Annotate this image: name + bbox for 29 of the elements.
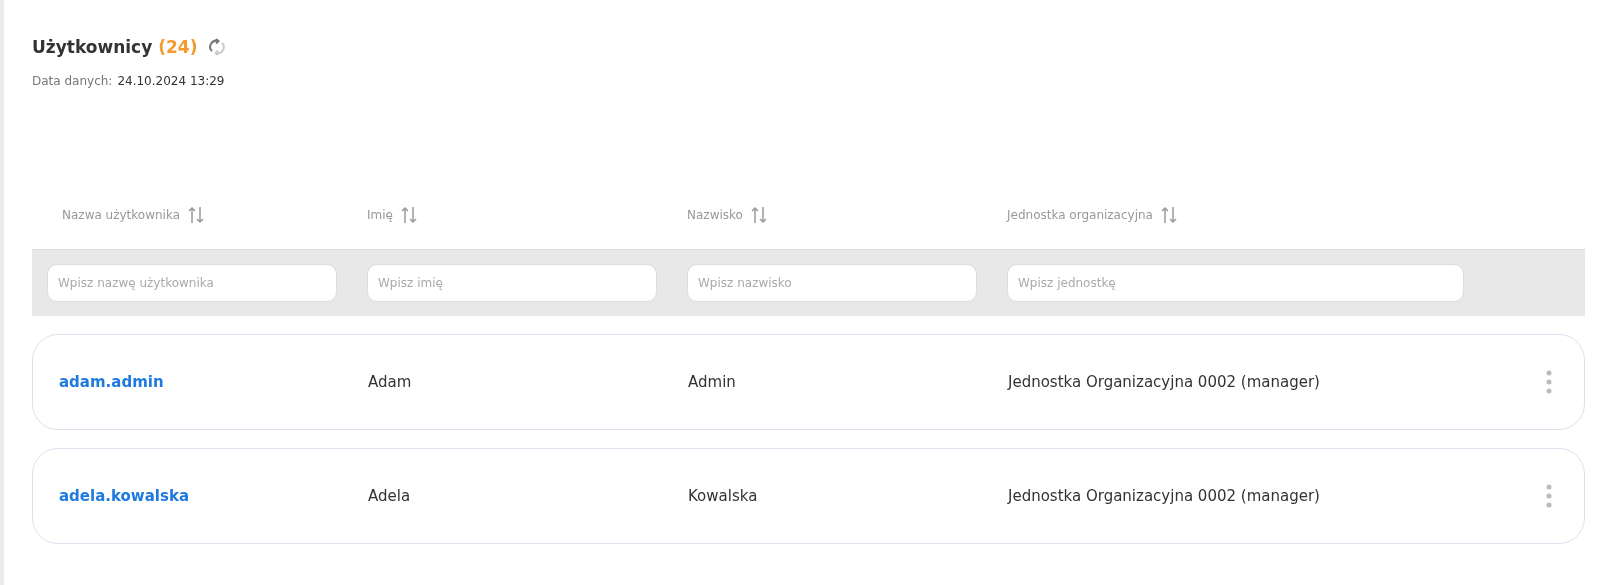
- user-row[interactable]: adela.kowalska Adela Kowalska Jednostka Organizacyjna 0002 (manager): [32, 448, 1585, 544]
- filter-field[interactable]: Wpisz jednostkę: [1007, 264, 1464, 302]
- filter-field[interactable]: Wpisz imię: [367, 264, 657, 302]
- unit-cell-text: Jednostka Organizacyjna 0002 (manager): [1008, 373, 1321, 391]
- last-name-cell-text: Admin: [688, 373, 737, 391]
- page-title: Użytkownicy: [32, 37, 153, 57]
- last-name-cell-text: Kowalska: [688, 487, 759, 505]
- column-header[interactable]: Jednostka organizacyjna: [1007, 208, 1153, 222]
- user-count: (24): [158, 37, 198, 57]
- refresh-icon[interactable]: [207, 37, 228, 57]
- username-link[interactable]: adam.admin: [48, 373, 368, 391]
- column-header[interactable]: Nazwisko: [687, 208, 743, 222]
- sort-icon[interactable]: [400, 206, 417, 224]
- column-header[interactable]: Nazwa użytkownika: [62, 208, 181, 222]
- sort-icon[interactable]: [188, 206, 205, 224]
- first-name-cell-text: Adam: [368, 373, 413, 391]
- filter-field[interactable]: Wpisz nazwę użytkownika: [47, 264, 337, 302]
- more-icon[interactable]: [1546, 370, 1552, 394]
- sort-icon[interactable]: [750, 206, 767, 224]
- sort-icon[interactable]: [1160, 206, 1177, 224]
- unit-cell-text: Jednostka Organizacyjna 0002 (manager): [1008, 487, 1321, 505]
- username-link[interactable]: adela.kowalska: [48, 487, 368, 505]
- data-date-value: 24.10.2024 13:29: [117, 74, 225, 88]
- data-date-label: Data danych:: [32, 74, 113, 88]
- more-icon[interactable]: [1546, 484, 1552, 508]
- filter-field[interactable]: Wpisz nazwisko: [687, 264, 977, 302]
- first-name-cell-text: Adela: [368, 487, 412, 505]
- user-row[interactable]: adam.admin Adam Admin Jednostka Organizacyjna 0002 (manager): [32, 334, 1585, 430]
- column-header[interactable]: Imię: [367, 208, 393, 222]
